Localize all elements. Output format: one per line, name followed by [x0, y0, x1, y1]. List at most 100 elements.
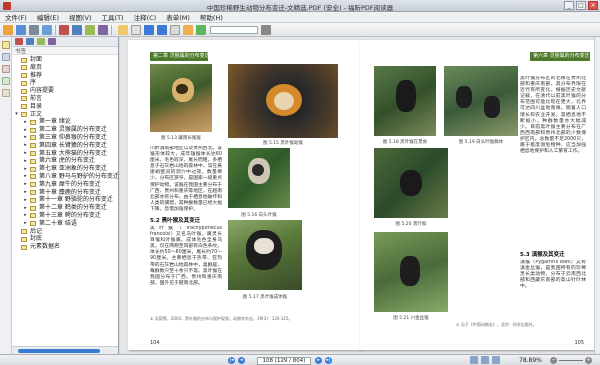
bookmark-item[interactable]: ▸ 第七章 亚洲象的分布变迁 — [14, 165, 118, 173]
bookmark-item[interactable]: ▸ 第四章 长臂猿的分布变迁 — [14, 142, 118, 150]
zoom-in-icon[interactable]: + — [585, 357, 592, 364]
menu-comment[interactable]: 注释(C) — [129, 12, 162, 22]
bookmark-icon — [30, 213, 36, 219]
pages-tab-icon[interactable] — [2, 53, 10, 61]
select-text-icon[interactable] — [131, 25, 141, 35]
continuous-view-icon[interactable] — [481, 356, 489, 364]
body-paragraph: 黑叶猴分布区的北缘在贵州北部和重庆南部，其分布界限在近代有所变化。根据历史文献记… — [520, 76, 586, 155]
last-page-icon[interactable]: ▸| — [325, 357, 332, 364]
expand-toggle-icon[interactable]: ▸ — [23, 205, 28, 211]
bookmark-item[interactable]: ▸ 第九章 犀牛的分布变迁 — [14, 181, 118, 189]
body-paragraph: 黑叶猴（Trachypithecus francoisi）又名乌叶猴，属灵长目猴… — [150, 226, 222, 286]
highlight-icon[interactable] — [183, 25, 193, 35]
facing-view-icon[interactable] — [492, 356, 500, 364]
convert-icon[interactable] — [85, 25, 95, 35]
expand-toggle-icon[interactable]: ▸ — [23, 221, 28, 226]
zoom-out-icon[interactable] — [157, 25, 167, 35]
photo-caption: 图 5.15 黑叶猴幼猴 — [263, 141, 303, 146]
new-bookmark-icon[interactable] — [26, 38, 34, 45]
search-input[interactable] — [210, 26, 258, 34]
expand-toggle-icon[interactable]: ▸ — [23, 166, 28, 172]
expand-toggle-icon[interactable]: ▸ — [23, 151, 28, 156]
minimize-button[interactable]: _ — [564, 1, 574, 10]
hand-tool-icon[interactable] — [118, 25, 128, 35]
attachments-tab-icon[interactable] — [2, 89, 10, 97]
bookmark-label: 第八章 野马与野驴的分布变迁 — [39, 172, 119, 180]
export-icon[interactable] — [72, 25, 82, 35]
bookmark-item[interactable]: ▸ 第二十章 结语 — [14, 220, 118, 228]
expand-bookmark-icon[interactable] — [37, 38, 45, 45]
pdf-create-icon[interactable] — [59, 25, 69, 35]
page-number-input[interactable]: 108 (129 / 804) — [257, 356, 311, 365]
bookmark-icon — [21, 73, 27, 79]
comments-tab-icon[interactable] — [2, 77, 10, 85]
bookmark-item[interactable]: ▸ 第十三章 鳄的分布变迁 — [14, 212, 118, 220]
photo-caption: 图 5.17 黑叶猴成体猴 — [242, 295, 288, 300]
previous-page-icon[interactable]: ◂ — [238, 357, 245, 364]
zoom-slider[interactable] — [559, 360, 583, 361]
expand-toggle-icon[interactable]: ▸ — [23, 174, 28, 179]
zoom-level[interactable]: 78.89% — [519, 357, 542, 364]
print-icon[interactable] — [29, 25, 39, 35]
scrollbar-thumb[interactable] — [18, 349, 100, 353]
single-page-view-icon[interactable] — [470, 356, 478, 364]
expand-toggle-icon[interactable]: ▸ — [23, 135, 28, 140]
menu-help[interactable]: 帮助(H) — [195, 12, 228, 22]
expand-toggle-icon[interactable]: ▸ — [23, 197, 28, 203]
sidebar-horizontal-scrollbar[interactable] — [12, 346, 118, 354]
bookmark-item[interactable]: ▸ 第一章 绪论 — [14, 118, 118, 126]
expand-toggle-icon[interactable]: ▾ — [14, 112, 19, 117]
delete-bookmark-icon[interactable] — [15, 38, 23, 45]
expand-toggle-icon[interactable]: ▸ — [23, 182, 28, 187]
bookmark-item[interactable]: ▸ 第八章 野马与野驴的分布变迁 — [14, 172, 119, 181]
typewriter-icon[interactable] — [196, 25, 206, 35]
bookmark-label: 目录 — [30, 102, 43, 110]
bookmark-item[interactable]: 封底 — [14, 235, 118, 243]
expand-toggle-icon[interactable]: ▸ — [23, 119, 28, 125]
bookmark-item[interactable]: ▸ 第二章 灵猴属的分布变迁 — [14, 126, 118, 134]
snapshot-icon[interactable] — [98, 25, 108, 35]
bookmark-tree: 封面 扉页 推荐序内容提要 前言 目录 ▾ 正文 ▸ 第一章 绪论 ▸ 第二章 灵猴属的分布变迁 ▸ 第… — [14, 56, 119, 251]
expand-toggle-icon[interactable]: ▸ — [23, 190, 28, 195]
email-icon[interactable] — [42, 25, 52, 35]
zoom-out-icon[interactable]: − — [550, 357, 557, 364]
bookmark-item[interactable]: ▸ 第十二章 鹤类的分布变迁 — [14, 204, 118, 212]
bookmark-item[interactable]: 前言 — [14, 95, 118, 103]
bookmark-item[interactable]: ▸ 第十一章 野骆驼的分布变迁 — [14, 196, 118, 204]
save-icon[interactable] — [16, 25, 26, 35]
bookmark-item[interactable]: 封面 — [14, 56, 118, 64]
photo-caption: 图 5.13 藏南长尾猴 — [161, 136, 201, 141]
search-icon[interactable] — [261, 25, 271, 35]
photo-caption: 图 5.21 川金丝猴 — [393, 316, 429, 321]
menu-edit[interactable]: 编辑(E) — [32, 12, 64, 22]
zoom-in-icon[interactable] — [144, 25, 154, 35]
bookmark-tab-icon[interactable] — [2, 41, 10, 49]
vertical-scrollbar[interactable] — [594, 37, 600, 354]
toolbar-divider — [111, 25, 112, 35]
photo-langur-2 — [228, 64, 338, 138]
bookmark-item[interactable]: ▸ 第三章 仰鼻猴的分布变迁 — [14, 134, 118, 142]
expand-toggle-icon[interactable]: ▸ — [23, 213, 28, 218]
next-page-icon[interactable]: ▸ — [315, 357, 322, 364]
bookmark-item[interactable]: 元素数据名 — [14, 243, 118, 251]
bookmark-item[interactable]: 扉页 — [14, 64, 118, 72]
bookmark-item[interactable]: 目录 — [14, 103, 118, 111]
menu-form[interactable]: 表单(M) — [161, 12, 195, 22]
sidebar-tab-strip — [0, 37, 12, 354]
close-button[interactable]: × — [588, 1, 598, 10]
first-page-icon[interactable]: |◂ — [228, 357, 235, 364]
fit-page-icon[interactable] — [170, 25, 180, 35]
expand-toggle-icon[interactable]: ▸ — [23, 158, 28, 164]
maximize-button[interactable]: □ — [576, 1, 586, 10]
menu-view[interactable]: 视图(V) — [64, 12, 97, 22]
collapse-bookmark-icon[interactable] — [48, 38, 56, 45]
expand-toggle-icon[interactable]: ▸ — [23, 127, 28, 133]
menu-file[interactable]: 文件(F) — [0, 12, 32, 22]
open-folder-icon[interactable] — [3, 25, 13, 35]
menu-tools[interactable]: 工具(T) — [97, 12, 129, 22]
expand-toggle-icon[interactable]: ▸ — [23, 143, 28, 148]
layers-tab-icon[interactable] — [2, 65, 10, 73]
bookmark-item[interactable]: ▸ 第六章 虎的分布变迁 — [14, 157, 118, 165]
bookmark-label: 封面 — [30, 56, 43, 63]
bookmark-item[interactable]: 内容提要 — [14, 87, 118, 95]
